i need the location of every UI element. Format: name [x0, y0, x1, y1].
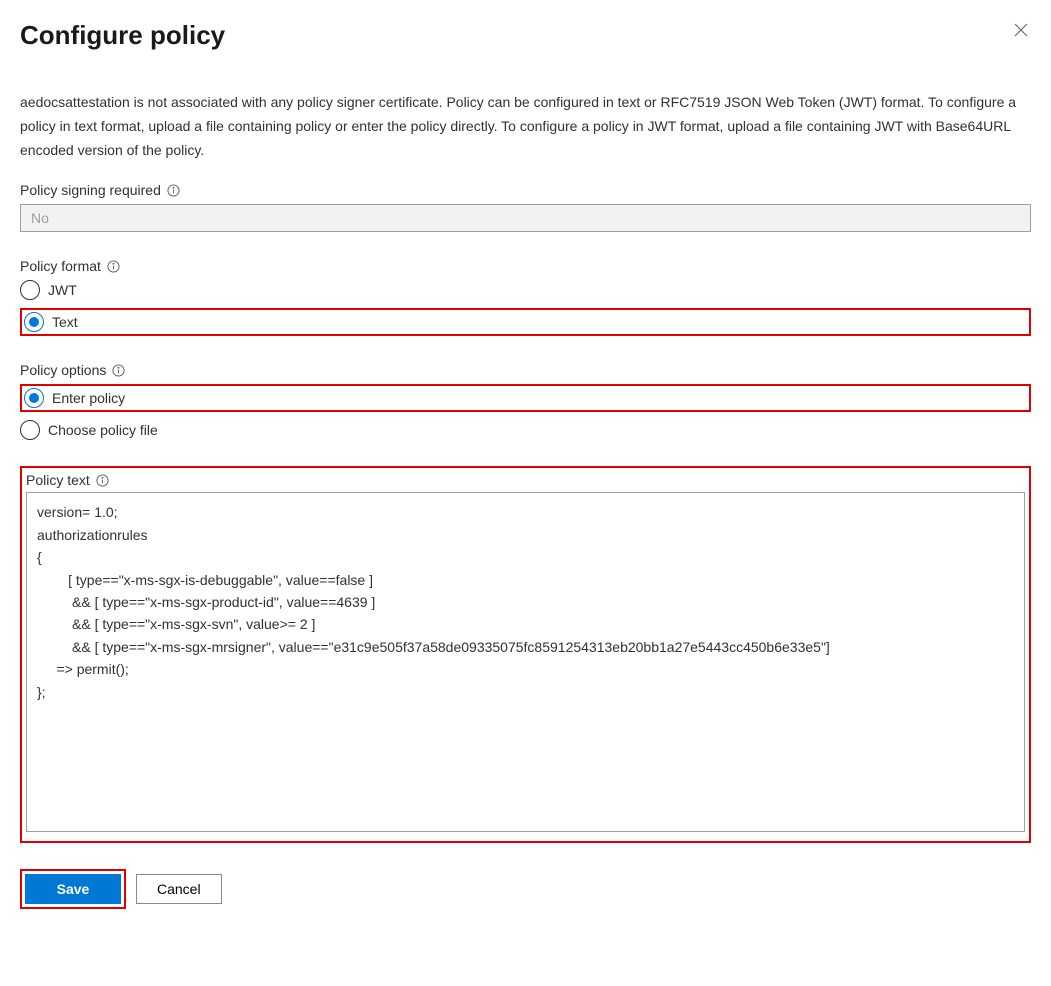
signing-label-text: Policy signing required: [20, 182, 161, 198]
close-icon: [1014, 23, 1028, 37]
save-button[interactable]: Save: [25, 874, 121, 904]
options-row: Policy options Enter policy Choose polic…: [20, 362, 1031, 440]
radio-enter-label: Enter policy: [52, 390, 125, 406]
description-text: aedocsattestation is not associated with…: [20, 91, 1031, 162]
signing-required-input: [20, 204, 1031, 232]
policy-text-label-text: Policy text: [26, 472, 90, 488]
policy-textarea[interactable]: [26, 492, 1025, 832]
radio-jwt-label: JWT: [48, 282, 77, 298]
info-icon[interactable]: [96, 474, 109, 487]
info-icon[interactable]: [112, 364, 125, 377]
signing-row: Policy signing required: [20, 182, 1031, 232]
button-row: Save Cancel: [20, 869, 1031, 909]
cancel-button[interactable]: Cancel: [136, 874, 222, 904]
info-icon[interactable]: [167, 184, 180, 197]
save-highlight: Save: [20, 869, 126, 909]
format-label: Policy format: [20, 258, 1031, 274]
radio-choose-file[interactable]: Choose policy file: [20, 420, 1031, 440]
radio-text-label: Text: [52, 314, 78, 330]
info-icon[interactable]: [107, 260, 120, 273]
radio-icon: [20, 280, 40, 300]
radio-enter-policy[interactable]: Enter policy: [24, 388, 125, 408]
policy-text-label: Policy text: [26, 472, 1025, 488]
format-row: Policy format JWT Text: [20, 258, 1031, 336]
radio-text[interactable]: Text: [24, 312, 78, 332]
options-label: Policy options: [20, 362, 1031, 378]
close-button[interactable]: [1011, 20, 1031, 40]
page-title: Configure policy: [20, 20, 225, 51]
radio-enter-highlight: Enter policy: [20, 384, 1031, 412]
format-radio-group: JWT Text: [20, 280, 1031, 336]
dialog-header: Configure policy: [20, 20, 1031, 51]
radio-icon: [24, 312, 44, 332]
format-label-text: Policy format: [20, 258, 101, 274]
radio-icon: [20, 420, 40, 440]
radio-choose-label: Choose policy file: [48, 422, 158, 438]
signing-label: Policy signing required: [20, 182, 1031, 198]
policy-text-section: Policy text: [20, 466, 1031, 843]
radio-jwt[interactable]: JWT: [20, 280, 1031, 300]
radio-icon: [24, 388, 44, 408]
options-label-text: Policy options: [20, 362, 106, 378]
radio-text-highlight: Text: [20, 308, 1031, 336]
options-radio-group: Enter policy Choose policy file: [20, 384, 1031, 440]
